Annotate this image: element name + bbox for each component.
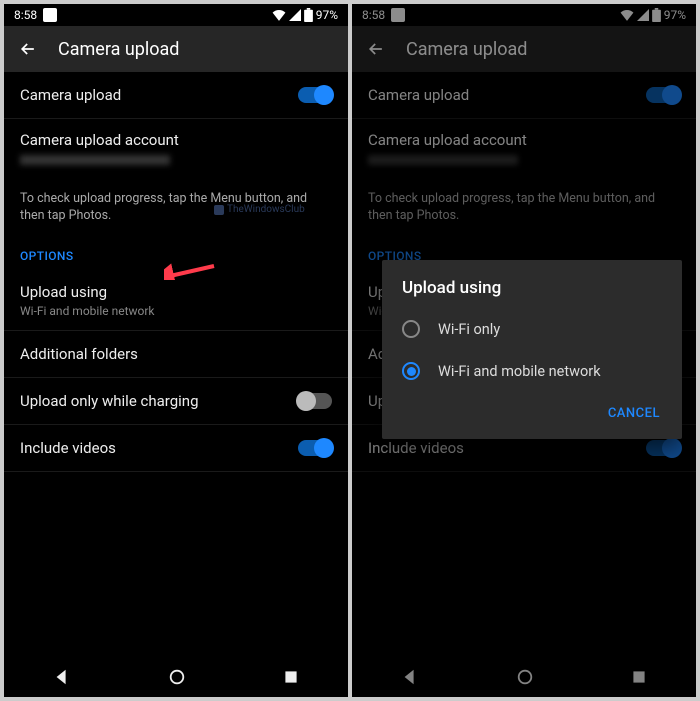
battery-percent: 97% [316,8,338,22]
setting-account: Camera upload account [352,119,696,177]
toggle-charging[interactable] [298,393,332,409]
back-arrow-icon[interactable] [18,39,38,59]
label: Upload only while charging [20,392,298,410]
setting-charging[interactable]: Upload only while charging [4,378,348,425]
page-title: Camera upload [58,39,179,60]
label: Camera upload [20,86,298,104]
nav-bar [4,657,348,697]
label: Additional folders [20,345,332,363]
radio-icon [402,362,420,380]
annotation-arrow-icon [164,262,216,280]
nav-recent-icon[interactable] [283,669,299,685]
account-value-blurred [368,155,518,165]
nav-home-icon[interactable] [168,668,186,686]
status-time: 8:58 [14,8,37,22]
label: Camera upload account [20,131,332,149]
label: Include videos [368,439,646,457]
wifi-icon [272,9,286,21]
helper-text: To check upload progress, tap the Menu b… [352,177,696,235]
watermark: TheWindowsClub [214,204,305,215]
nav-recent-icon[interactable] [631,669,647,685]
status-time: 8:58 [362,8,385,22]
setting-camera-upload[interactable]: Camera upload [4,72,348,119]
app-notification-icon [43,8,57,22]
signal-icon [637,9,649,21]
nav-bar [352,657,696,697]
label: Include videos [20,439,298,457]
status-bar: 8:58 97% [352,4,696,26]
value: Wi-Fi and mobile network [20,304,332,318]
radio-icon [402,320,420,338]
app-bar: Camera upload [4,26,348,72]
battery-icon [304,8,313,22]
toggle-camera-upload [646,87,680,103]
phone-screenshot-right: 8:58 97% Camera upload Camera upload Cam… [352,4,696,697]
setting-include-videos[interactable]: Include videos [4,425,348,472]
option-label: Wi-Fi and mobile network [438,363,601,380]
label: Camera upload [368,86,646,104]
battery-icon [652,8,661,22]
option-wifi-and-mobile[interactable]: Wi-Fi and mobile network [382,350,682,392]
label: Upload using [20,283,332,301]
app-bar: Camera upload [352,26,696,72]
back-arrow-icon[interactable] [366,39,386,59]
phone-screenshot-left: 8:58 97% Camera upload Camera upload Cam… [4,4,348,697]
toggle-include-videos [646,440,680,456]
battery-percent: 97% [664,8,686,22]
signal-icon [289,9,301,21]
setting-account[interactable]: Camera upload account [4,119,348,177]
cancel-button[interactable]: CANCEL [600,400,668,427]
nav-back-icon[interactable] [401,668,419,686]
status-bar: 8:58 97% [4,4,348,26]
dialog-title: Upload using [382,260,682,308]
setting-camera-upload: Camera upload [352,72,696,119]
page-title: Camera upload [406,39,527,60]
wifi-icon [620,9,634,21]
option-label: Wi-Fi only [438,321,500,338]
toggle-include-videos[interactable] [298,440,332,456]
nav-home-icon[interactable] [516,668,534,686]
account-value-blurred [20,155,170,165]
nav-back-icon[interactable] [53,668,71,686]
toggle-camera-upload[interactable] [298,87,332,103]
option-wifi-only[interactable]: Wi-Fi only [382,308,682,350]
upload-using-dialog: Upload using Wi-Fi only Wi-Fi and mobile… [382,260,682,439]
setting-additional-folders[interactable]: Additional folders [4,331,348,378]
app-notification-icon [391,8,405,22]
label: Camera upload account [368,131,680,149]
